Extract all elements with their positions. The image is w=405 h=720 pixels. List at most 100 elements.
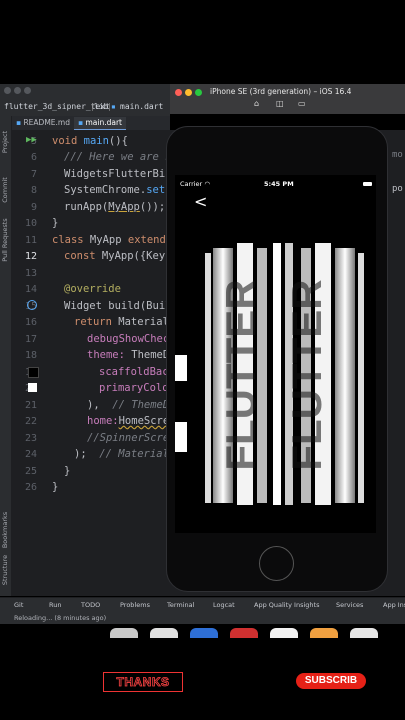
tool-todo[interactable]: TODO (81, 601, 100, 609)
code-line: home:HomeScre (87, 415, 169, 427)
wifi-icon: ◠ (204, 180, 210, 188)
home-icon[interactable]: ⌂ (254, 99, 259, 108)
line-number: 17 (24, 334, 37, 345)
code-line: class MyApp extends (52, 234, 172, 246)
line-number: 11 (24, 235, 37, 246)
dock-app-icon[interactable] (350, 628, 378, 638)
line-number: 6 (30, 152, 37, 163)
spinner-slice (273, 243, 281, 505)
dock-app-icon[interactable] (270, 628, 298, 638)
tool-services[interactable]: Services (336, 601, 363, 609)
line-number: 9 (30, 202, 37, 213)
code-token: main (83, 135, 109, 147)
code-line: } (64, 465, 71, 477)
carrier-label: Carrier ◠ (180, 180, 210, 188)
close-icon[interactable] (175, 89, 182, 96)
code-token: theme: (87, 349, 132, 361)
tool-terminal[interactable]: Terminal (167, 601, 194, 609)
line-number: 23 (24, 433, 37, 444)
subscribe-button[interactable]: SUBSCRIB (296, 673, 366, 689)
code-token: return (74, 316, 112, 328)
tool-app-inspection[interactable]: App Ins (383, 601, 405, 609)
back-chevron-icon[interactable]: < (194, 192, 207, 211)
rotate-icon[interactable]: ▭ (298, 99, 306, 108)
phone-screen[interactable]: Carrier ◠ 5:45 PM < FLUTTER FLUTTER (175, 175, 376, 533)
clock: 5:45 PM (264, 180, 294, 188)
breadcrumb-file[interactable]: main.dart (120, 102, 163, 111)
code-token: MyApp({Key? (95, 250, 172, 262)
code-token: runApp( (64, 201, 109, 213)
spinner-3d-text: FLUTTER FLUTTER (203, 243, 366, 508)
dock-app-icon[interactable] (190, 628, 218, 638)
tool-git[interactable]: Git (14, 601, 23, 609)
window-dot-icon[interactable] (4, 87, 11, 94)
tool-app-quality[interactable]: App Quality Insights (254, 601, 319, 609)
code-line: Widget build(Buil (64, 300, 172, 312)
white-block (175, 355, 187, 381)
code-token: // Material (99, 448, 169, 460)
code-token: class (52, 234, 84, 246)
bottom-tool-bar: Git Run TODO Problems Terminal Logcat Ap… (0, 597, 405, 613)
line-number: 26 (24, 482, 37, 493)
code-line: debugShowChec (87, 333, 170, 345)
line-number: 7 (30, 169, 37, 180)
rail-pull-requests[interactable]: Pull Requests (1, 209, 9, 271)
thanks-button[interactable]: THANKS (103, 672, 183, 692)
tab-readme[interactable]: ▪ README.md (12, 117, 74, 129)
carrier-text: Carrier (180, 180, 203, 188)
screenshot-icon[interactable]: ◫ (276, 99, 284, 108)
line-number: 16 (24, 317, 37, 328)
code-token: void (52, 135, 78, 147)
code-line: ); // Material (74, 448, 169, 460)
window-dot-icon[interactable] (14, 87, 21, 94)
code-token: ); (74, 448, 100, 460)
code-line: ), // ThemeD (87, 399, 169, 411)
color-swatch-icon[interactable] (28, 367, 39, 378)
truncated-code: mo (392, 150, 403, 160)
battery-icon (363, 182, 372, 186)
tool-run[interactable]: Run (49, 601, 61, 609)
minimize-icon[interactable] (185, 89, 192, 96)
rail-structure[interactable]: Structure (1, 539, 9, 601)
code-line: runApp(MyApp()); (64, 201, 165, 213)
color-swatch-icon[interactable] (28, 383, 37, 392)
white-block (175, 422, 187, 452)
spinner-slice (358, 253, 364, 503)
dock-app-icon[interactable] (230, 628, 258, 638)
tool-logcat[interactable]: Logcat (213, 601, 235, 609)
code-line: return Material (74, 316, 169, 328)
code-line: const MyApp({Key? (64, 250, 171, 262)
line-number: 13 (24, 268, 37, 279)
dock-app-icon[interactable] (150, 628, 178, 638)
run-icon[interactable]: ▶▶ (26, 135, 37, 145)
status-text: Reloading... (8 minutes ago) (14, 614, 107, 622)
code-token: ThemeD (131, 349, 170, 361)
code-line: scaffoldBac (99, 366, 169, 378)
dart-file-icon: ▪ (111, 102, 116, 111)
code-token: ()); (139, 201, 166, 213)
code-line: WidgetsFlutterBin (64, 168, 172, 180)
left-tool-rail: Project Commit Pull Requests Bookmarks S… (0, 116, 12, 596)
override-icon[interactable] (27, 300, 37, 310)
code-token: (){ (108, 135, 128, 147)
code-token: // ThemeD (112, 399, 170, 411)
dock-app-icon[interactable] (110, 628, 138, 638)
line-number: 22 (24, 416, 37, 427)
line-number: 24 (24, 449, 37, 460)
tab-main-dart[interactable]: ▪ main.dart (74, 117, 126, 130)
tool-problems[interactable]: Problems (120, 601, 150, 609)
code-token: SystemChrome. (64, 184, 147, 196)
spinner-letter-column: FLUTTER (217, 279, 264, 470)
window-dot-icon[interactable] (24, 87, 31, 94)
home-button[interactable] (259, 546, 294, 581)
code-line: primaryColo (99, 382, 169, 394)
breadcrumb: flutter_3d_sipner_text | lib | ▪ main.da… (0, 98, 170, 116)
spinner-graphic: FLUTTER FLUTTER (205, 243, 364, 505)
code-line: theme: ThemeD (87, 349, 169, 361)
code-token: Material (111, 316, 169, 328)
spinner-letter-column: FLUTTER (283, 279, 330, 470)
code-token: ), (87, 399, 113, 411)
code-line: SystemChrome.setF (64, 184, 171, 196)
dock-app-icon[interactable] (310, 628, 338, 638)
zoom-icon[interactable] (195, 89, 202, 96)
